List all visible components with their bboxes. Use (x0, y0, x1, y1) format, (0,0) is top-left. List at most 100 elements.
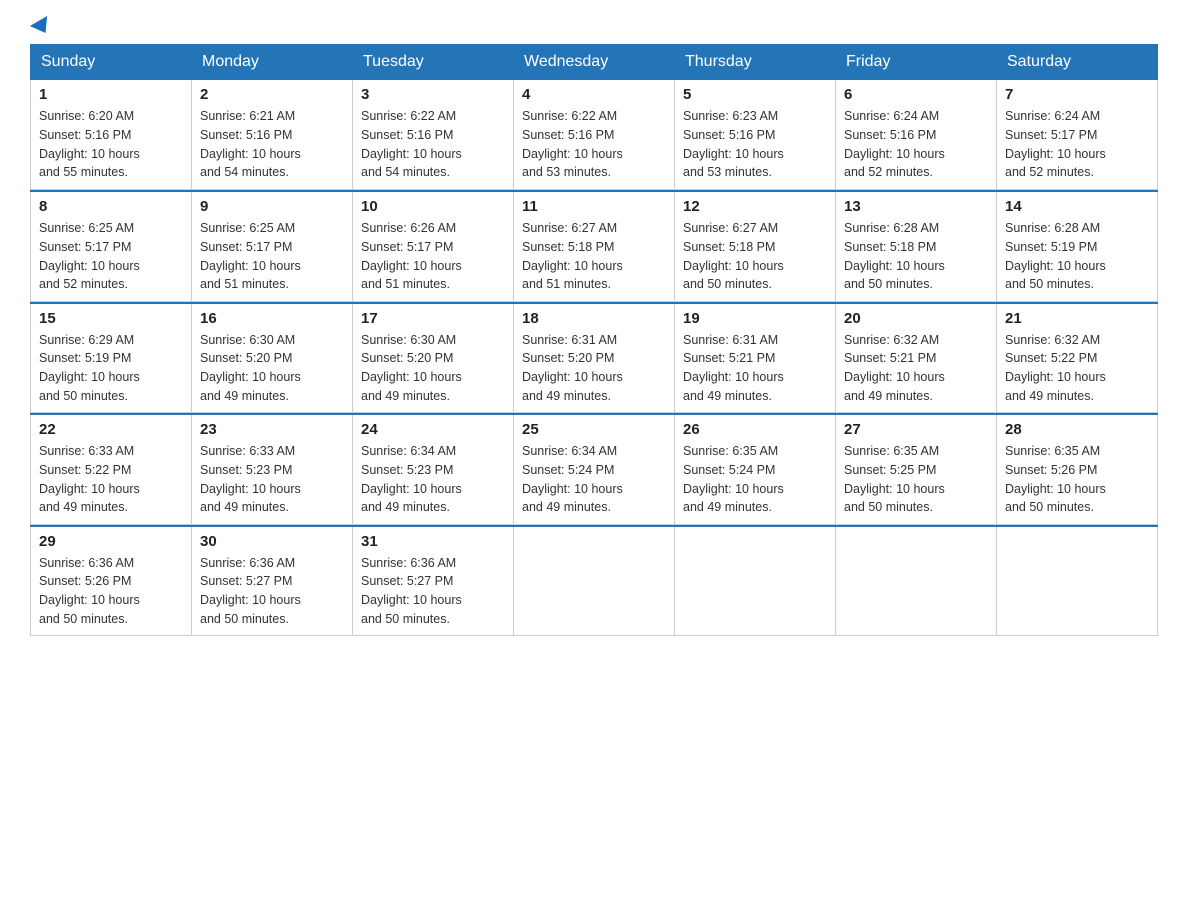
day-number: 21 (1005, 310, 1149, 327)
weekday-header-wednesday: Wednesday (514, 45, 675, 80)
day-number: 2 (200, 86, 344, 103)
day-info: Sunrise: 6:24 AMSunset: 5:17 PMDaylight:… (1005, 107, 1149, 182)
logo-triangle-icon (30, 16, 54, 38)
day-number: 1 (39, 86, 183, 103)
day-number: 17 (361, 310, 505, 327)
calendar-cell: 8 Sunrise: 6:25 AMSunset: 5:17 PMDaylight… (31, 191, 192, 301)
day-number: 5 (683, 86, 827, 103)
calendar-cell: 5 Sunrise: 6:23 AMSunset: 5:16 PMDaylight… (675, 80, 836, 190)
day-number: 15 (39, 310, 183, 327)
day-number: 27 (844, 421, 988, 438)
day-info: Sunrise: 6:28 AMSunset: 5:19 PMDaylight:… (1005, 219, 1149, 294)
logo (30, 20, 52, 34)
calendar-cell (997, 526, 1158, 636)
day-number: 29 (39, 533, 183, 550)
day-number: 24 (361, 421, 505, 438)
calendar-cell: 16Sunrise: 6:30 AMSunset: 5:20 PMDayligh… (192, 303, 353, 413)
calendar-cell: 12Sunrise: 6:27 AMSunset: 5:18 PMDayligh… (675, 191, 836, 301)
day-number: 7 (1005, 86, 1149, 103)
day-info: Sunrise: 6:25 AMSunset: 5:17 PMDaylight:… (200, 219, 344, 294)
calendar-cell: 18 Sunrise: 6:31 AMSunset: 5:20 PMDayligh… (514, 303, 675, 413)
calendar-cell: 1 Sunrise: 6:20 AMSunset: 5:16 PMDaylight… (31, 80, 192, 190)
day-number: 10 (361, 198, 505, 215)
day-info: Sunrise: 6:35 AMSunset: 5:24 PMDaylight:… (683, 442, 827, 517)
calendar-cell: 6 Sunrise: 6:24 AMSunset: 5:16 PMDaylight… (836, 80, 997, 190)
day-info: Sunrise: 6:34 AMSunset: 5:23 PMDaylight:… (361, 442, 505, 517)
day-info: Sunrise: 6:20 AMSunset: 5:16 PMDaylight:… (39, 107, 183, 182)
calendar-cell: 19 Sunrise: 6:31 AMSunset: 5:21 PMDayligh… (675, 303, 836, 413)
weekday-header-sunday: Sunday (31, 45, 192, 80)
calendar-table: SundayMondayTuesdayWednesdayThursdayFrid… (30, 44, 1158, 636)
day-info: Sunrise: 6:21 AMSunset: 5:16 PMDaylight:… (200, 107, 344, 182)
day-info: Sunrise: 6:36 AMSunset: 5:27 PMDaylight:… (361, 554, 505, 629)
calendar-cell (675, 526, 836, 636)
day-info: Sunrise: 6:34 AMSunset: 5:24 PMDaylight:… (522, 442, 666, 517)
calendar-cell: 7 Sunrise: 6:24 AMSunset: 5:17 PMDaylight… (997, 80, 1158, 190)
calendar-cell: 17 Sunrise: 6:30 AMSunset: 5:20 PMDayligh… (353, 303, 514, 413)
calendar-cell: 25 Sunrise: 6:34 AMSunset: 5:24 PMDayligh… (514, 414, 675, 524)
weekday-header-saturday: Saturday (997, 45, 1158, 80)
day-info: Sunrise: 6:35 AMSunset: 5:25 PMDaylight:… (844, 442, 988, 517)
calendar-cell: 23Sunrise: 6:33 AMSunset: 5:23 PMDayligh… (192, 414, 353, 524)
day-info: Sunrise: 6:31 AMSunset: 5:21 PMDaylight:… (683, 331, 827, 406)
day-info: Sunrise: 6:26 AMSunset: 5:17 PMDaylight:… (361, 219, 505, 294)
weekday-header-tuesday: Tuesday (353, 45, 514, 80)
day-info: Sunrise: 6:22 AMSunset: 5:16 PMDaylight:… (361, 107, 505, 182)
day-info: Sunrise: 6:23 AMSunset: 5:16 PMDaylight:… (683, 107, 827, 182)
calendar-cell (514, 526, 675, 636)
calendar-header-row: SundayMondayTuesdayWednesdayThursdayFrid… (31, 45, 1158, 80)
day-number: 20 (844, 310, 988, 327)
day-info: Sunrise: 6:28 AMSunset: 5:18 PMDaylight:… (844, 219, 988, 294)
day-info: Sunrise: 6:32 AMSunset: 5:21 PMDaylight:… (844, 331, 988, 406)
calendar-cell: 2 Sunrise: 6:21 AMSunset: 5:16 PMDaylight… (192, 80, 353, 190)
day-info: Sunrise: 6:35 AMSunset: 5:26 PMDaylight:… (1005, 442, 1149, 517)
day-number: 11 (522, 198, 666, 215)
day-info: Sunrise: 6:32 AMSunset: 5:22 PMDaylight:… (1005, 331, 1149, 406)
weekday-header-thursday: Thursday (675, 45, 836, 80)
weekday-header-friday: Friday (836, 45, 997, 80)
page-header (30, 20, 1158, 34)
calendar-cell: 4Sunrise: 6:22 AMSunset: 5:16 PMDaylight… (514, 80, 675, 190)
day-number: 13 (844, 198, 988, 215)
day-number: 6 (844, 86, 988, 103)
day-info: Sunrise: 6:33 AMSunset: 5:22 PMDaylight:… (39, 442, 183, 517)
calendar-cell: 24 Sunrise: 6:34 AMSunset: 5:23 PMDayligh… (353, 414, 514, 524)
calendar-cell: 22 Sunrise: 6:33 AMSunset: 5:22 PMDayligh… (31, 414, 192, 524)
calendar-cell: 11 Sunrise: 6:27 AMSunset: 5:18 PMDayligh… (514, 191, 675, 301)
calendar-week-row: 29 Sunrise: 6:36 AMSunset: 5:26 PMDayligh… (31, 526, 1158, 636)
calendar-cell: 14 Sunrise: 6:28 AMSunset: 5:19 PMDayligh… (997, 191, 1158, 301)
day-info: Sunrise: 6:22 AMSunset: 5:16 PMDaylight:… (522, 107, 666, 182)
day-info: Sunrise: 6:24 AMSunset: 5:16 PMDaylight:… (844, 107, 988, 182)
day-info: Sunrise: 6:30 AMSunset: 5:20 PMDaylight:… (200, 331, 344, 406)
day-number: 22 (39, 421, 183, 438)
calendar-week-row: 15 Sunrise: 6:29 AMSunset: 5:19 PMDayligh… (31, 303, 1158, 413)
day-info: Sunrise: 6:33 AMSunset: 5:23 PMDaylight:… (200, 442, 344, 517)
calendar-cell: 13 Sunrise: 6:28 AMSunset: 5:18 PMDayligh… (836, 191, 997, 301)
day-number: 26 (683, 421, 827, 438)
calendar-cell: 9 Sunrise: 6:25 AMSunset: 5:17 PMDaylight… (192, 191, 353, 301)
day-info: Sunrise: 6:36 AMSunset: 5:27 PMDaylight:… (200, 554, 344, 629)
day-number: 8 (39, 198, 183, 215)
day-number: 30 (200, 533, 344, 550)
day-info: Sunrise: 6:25 AMSunset: 5:17 PMDaylight:… (39, 219, 183, 294)
day-info: Sunrise: 6:36 AMSunset: 5:26 PMDaylight:… (39, 554, 183, 629)
day-number: 14 (1005, 198, 1149, 215)
calendar-cell: 29 Sunrise: 6:36 AMSunset: 5:26 PMDayligh… (31, 526, 192, 636)
day-info: Sunrise: 6:30 AMSunset: 5:20 PMDaylight:… (361, 331, 505, 406)
day-number: 18 (522, 310, 666, 327)
day-info: Sunrise: 6:27 AMSunset: 5:18 PMDaylight:… (522, 219, 666, 294)
calendar-cell: 21 Sunrise: 6:32 AMSunset: 5:22 PMDayligh… (997, 303, 1158, 413)
day-info: Sunrise: 6:31 AMSunset: 5:20 PMDaylight:… (522, 331, 666, 406)
calendar-week-row: 8 Sunrise: 6:25 AMSunset: 5:17 PMDaylight… (31, 191, 1158, 301)
day-number: 9 (200, 198, 344, 215)
calendar-cell: 10 Sunrise: 6:26 AMSunset: 5:17 PMDayligh… (353, 191, 514, 301)
calendar-cell: 26 Sunrise: 6:35 AMSunset: 5:24 PMDayligh… (675, 414, 836, 524)
day-number: 25 (522, 421, 666, 438)
day-number: 3 (361, 86, 505, 103)
day-number: 28 (1005, 421, 1149, 438)
day-info: Sunrise: 6:29 AMSunset: 5:19 PMDaylight:… (39, 331, 183, 406)
day-info: Sunrise: 6:27 AMSunset: 5:18 PMDaylight:… (683, 219, 827, 294)
day-number: 31 (361, 533, 505, 550)
calendar-week-row: 1 Sunrise: 6:20 AMSunset: 5:16 PMDaylight… (31, 80, 1158, 190)
day-number: 19 (683, 310, 827, 327)
